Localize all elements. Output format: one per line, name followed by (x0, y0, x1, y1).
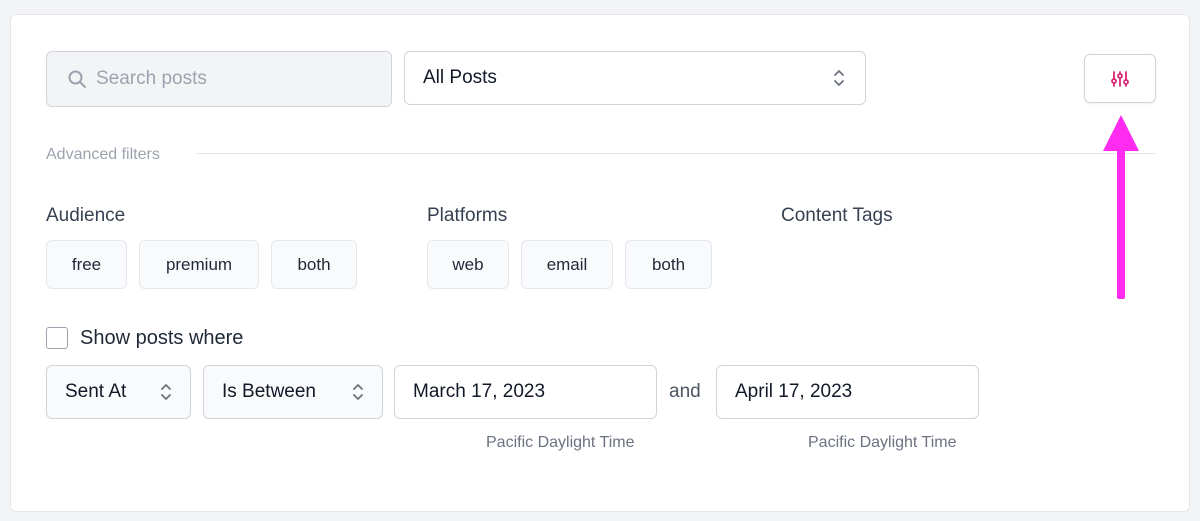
post-filter-panel: All Posts Advanced filters Audience free… (10, 14, 1190, 512)
audience-chip-both[interactable]: both (271, 240, 357, 289)
start-timezone-label: Pacific Daylight Time (486, 434, 635, 451)
show-posts-where-label: Show posts where (80, 327, 244, 349)
show-posts-where-checkbox[interactable] (46, 327, 68, 349)
annotation-arrow-icon (1103, 115, 1139, 299)
platform-chip-both[interactable]: both (625, 240, 712, 289)
platforms-title: Platforms (427, 205, 508, 226)
search-icon (68, 70, 86, 88)
sliders-icon (1111, 70, 1129, 87)
chevron-up-down-icon (161, 384, 171, 400)
condition-operator-select[interactable]: Is Between (203, 365, 383, 419)
platform-chip-email[interactable]: email (521, 240, 613, 289)
advanced-filters-label: Advanced filters (46, 146, 160, 163)
content-tags-title: Content Tags (781, 205, 893, 226)
audience-title: Audience (46, 205, 126, 226)
end-timezone-label: Pacific Daylight Time (808, 434, 957, 451)
search-input[interactable] (96, 68, 356, 90)
platform-chip-web[interactable]: web (427, 240, 509, 289)
posts-type-value: All Posts (423, 67, 497, 88)
audience-chip-premium[interactable]: premium (139, 240, 259, 289)
search-field[interactable] (46, 51, 392, 107)
and-label: and (669, 381, 701, 402)
posts-type-select[interactable]: All Posts (404, 51, 866, 105)
chevron-up-down-icon (353, 384, 363, 400)
start-date-input[interactable]: March 17, 2023 (394, 365, 657, 419)
audience-chip-free[interactable]: free (46, 240, 127, 289)
advanced-filters-toggle-button[interactable] (1084, 54, 1156, 103)
condition-field-select[interactable]: Sent At (46, 365, 191, 419)
chevron-up-down-icon (834, 70, 844, 86)
end-date-input[interactable]: April 17, 2023 (716, 365, 979, 419)
condition-operator-value: Is Between (222, 381, 316, 402)
condition-field-value: Sent At (65, 381, 127, 402)
divider (196, 153, 1156, 154)
